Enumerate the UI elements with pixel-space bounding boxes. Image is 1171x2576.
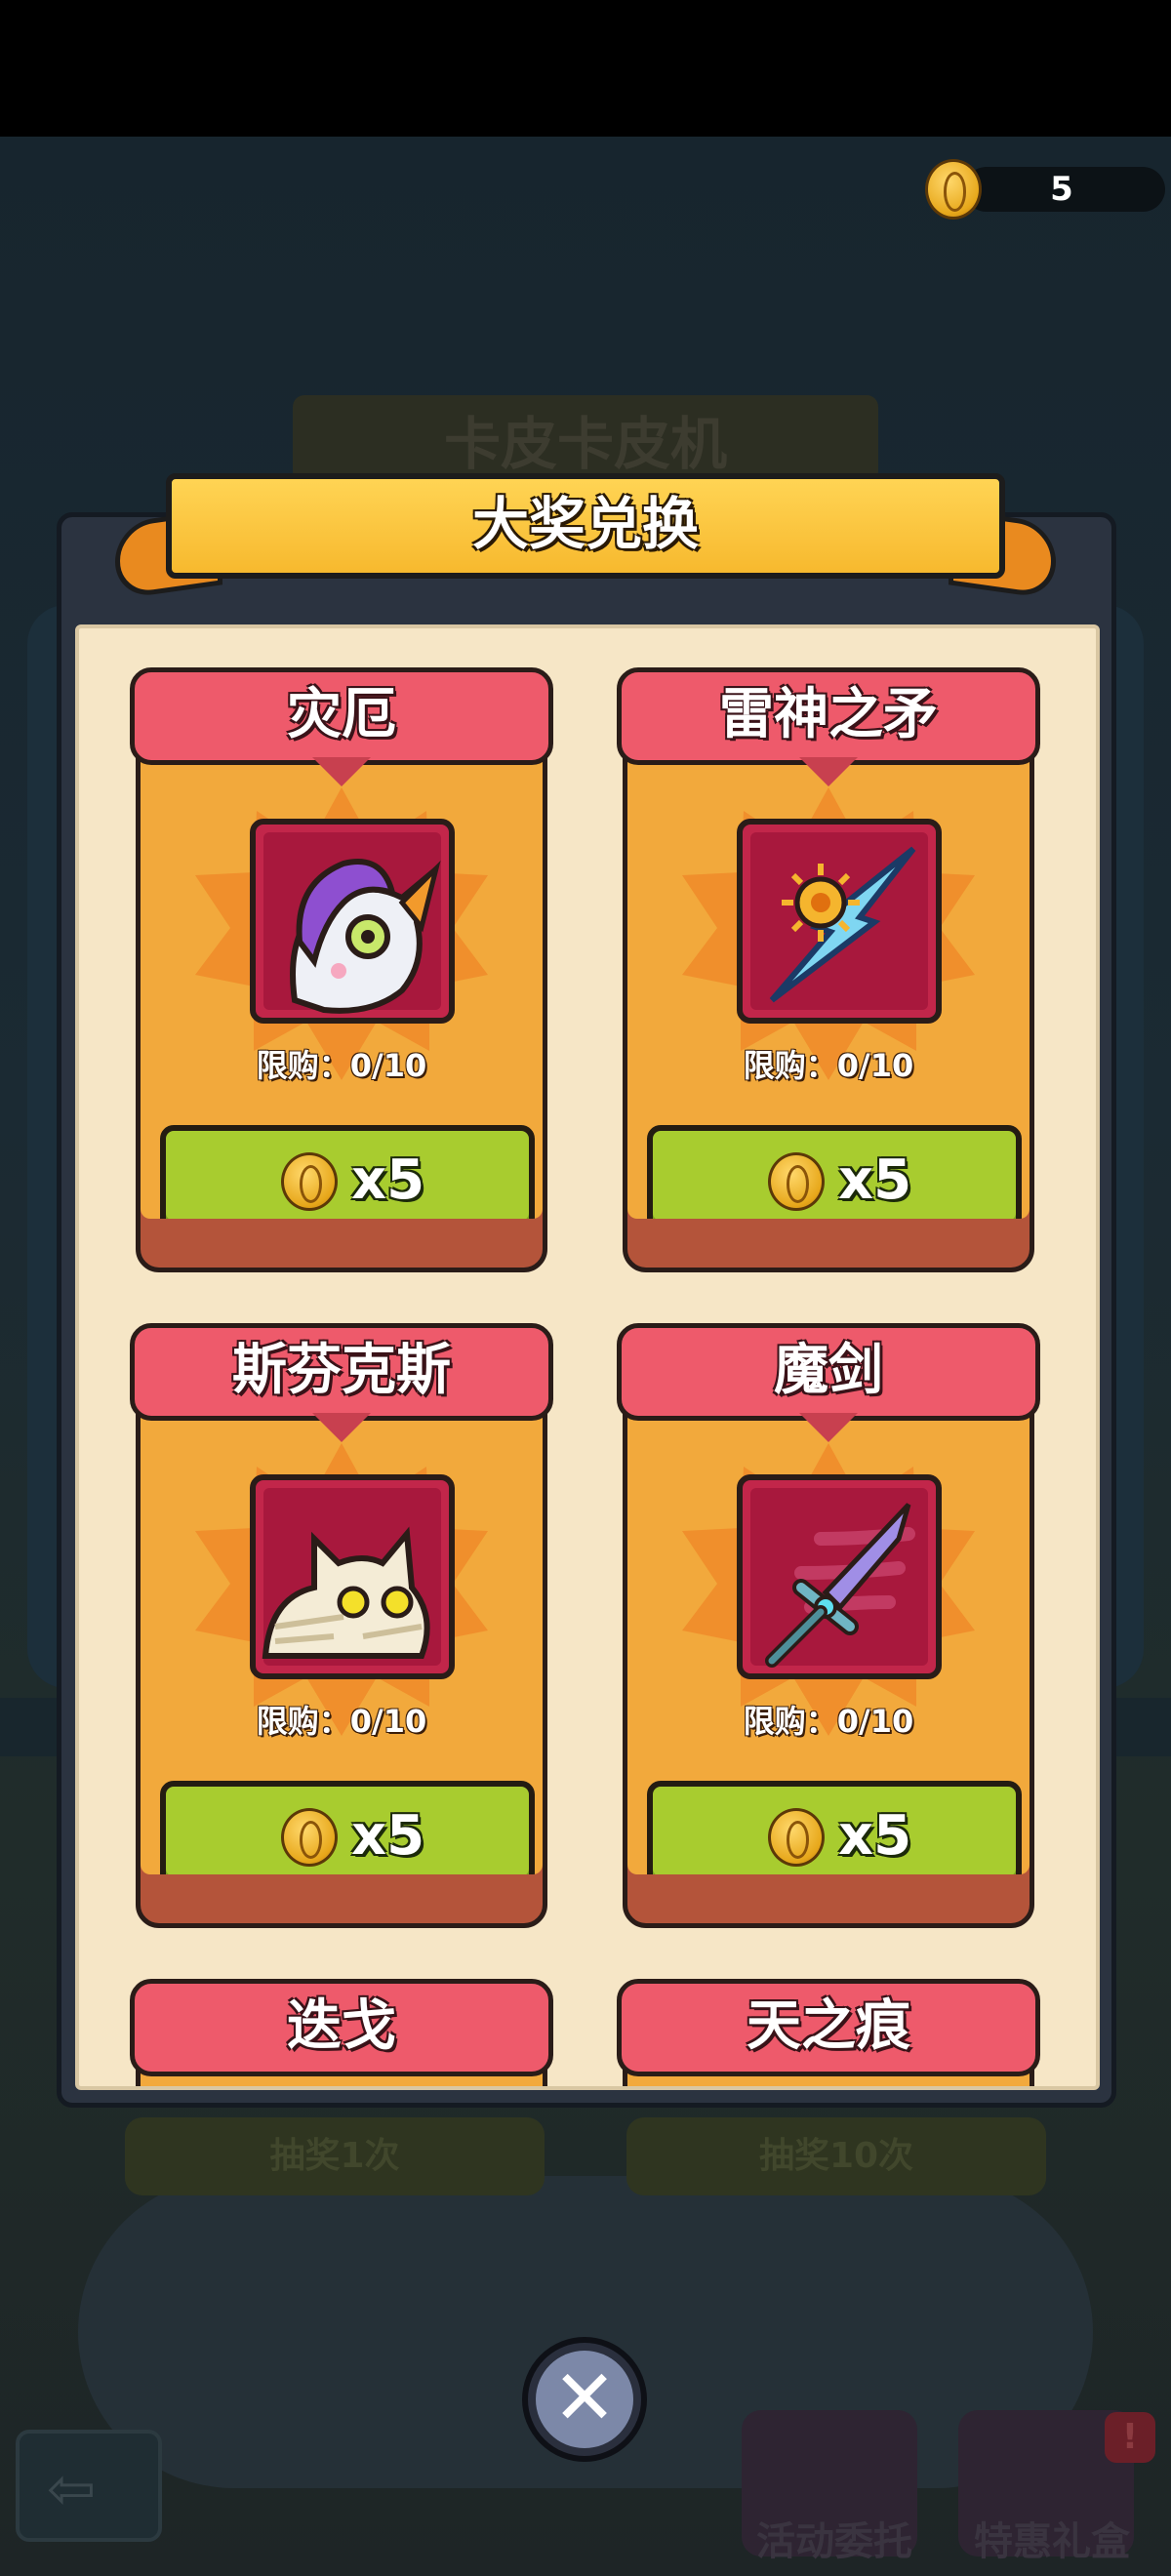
item-card: 限购：0/10 x5 雷神之矛 — [617, 667, 1040, 1272]
item-card: 限购：0/10 x5 斯芬克斯 — [130, 1323, 553, 1928]
item-card: 限购：0/10 x5 魔剑 — [617, 1323, 1040, 1928]
coin-icon — [925, 159, 982, 220]
card-face: 限购：0/10 x5 — [627, 1387, 1030, 1874]
item-card: 天之痕 — [617, 1979, 1040, 2086]
item-name: 迭戈 — [130, 1979, 553, 2076]
card-face: 限购：0/10 x5 — [627, 731, 1030, 1219]
currency-display: 5 — [925, 159, 1165, 220]
exchange-list[interactable]: 限购：0/10 x5 灾厄 限购：0/10 x5 雷神之矛 限购：0/10 x5… — [75, 624, 1100, 2090]
item-name: 魔剑 — [617, 1323, 1040, 1421]
buy-button[interactable]: x5 — [160, 1781, 535, 1874]
close-icon: ✕ — [552, 2355, 617, 2442]
price-label: x5 — [351, 1148, 425, 1212]
tasks-nav-label: 活动委托 — [756, 2519, 912, 2564]
background-title: 卡皮卡皮机 — [293, 395, 878, 483]
buy-button[interactable]: x5 — [647, 1781, 1022, 1874]
lightning-spear-icon — [737, 819, 942, 1024]
back-arrow-icon: ⇦ — [47, 2455, 97, 2523]
coin-icon — [768, 1152, 825, 1211]
gift-nav-label: 特惠礼盒 — [974, 2519, 1130, 2564]
purchase-limit: 限购：0/10 — [256, 1703, 427, 1740]
coin-icon — [281, 1152, 338, 1211]
draw-once-button: 抽奖1次 — [125, 2117, 545, 2195]
price-label: x5 — [838, 1804, 912, 1868]
exchange-dialog: 限购：0/10 x5 灾厄 限购：0/10 x5 雷神之矛 限购：0/10 x5… — [57, 512, 1116, 2108]
buy-button[interactable]: x5 — [160, 1125, 535, 1219]
item-name: 灾厄 — [130, 667, 553, 765]
coin-icon — [768, 1808, 825, 1867]
card-body: 限购：0/10 x5 — [623, 726, 1034, 1272]
item-card: 迭戈 — [130, 1979, 553, 2086]
currency-amount: 5 — [1050, 170, 1073, 209]
magic-sword-icon — [737, 1474, 942, 1679]
item-name: 雷神之矛 — [617, 667, 1040, 765]
purchase-limit: 限购：0/10 — [743, 1703, 914, 1740]
draw-ten-button: 抽奖10次 — [626, 2117, 1046, 2195]
dialog-title-banner: 大奖兑换 — [115, 473, 1056, 600]
back-button: ⇦ — [16, 2430, 162, 2542]
card-face: 限购：0/10 x5 — [141, 731, 543, 1219]
dialog-title: 大奖兑换 — [166, 473, 1005, 579]
close-button[interactable]: ✕ — [522, 2337, 647, 2462]
card-body: 限购：0/10 x5 — [136, 726, 547, 1272]
price-label: x5 — [351, 1804, 425, 1868]
gift-alert-badge: ! — [1105, 2412, 1155, 2463]
unicorn-pet-icon — [250, 819, 455, 1024]
purchase-limit: 限购：0/10 — [743, 1047, 914, 1084]
price-label: x5 — [838, 1148, 912, 1212]
buy-button[interactable]: x5 — [647, 1125, 1022, 1219]
status-bar — [0, 0, 1171, 137]
sphinx-cat-icon — [250, 1474, 455, 1679]
purchase-limit: 限购：0/10 — [256, 1047, 427, 1084]
item-card: 限购：0/10 x5 灾厄 — [130, 667, 553, 1272]
card-face: 限购：0/10 x5 — [141, 1387, 543, 1874]
card-body: 限购：0/10 x5 — [623, 1382, 1034, 1928]
item-name: 天之痕 — [617, 1979, 1040, 2076]
card-body: 限购：0/10 x5 — [136, 1382, 547, 1928]
item-name: 斯芬克斯 — [130, 1323, 553, 1421]
coin-icon — [281, 1808, 338, 1867]
